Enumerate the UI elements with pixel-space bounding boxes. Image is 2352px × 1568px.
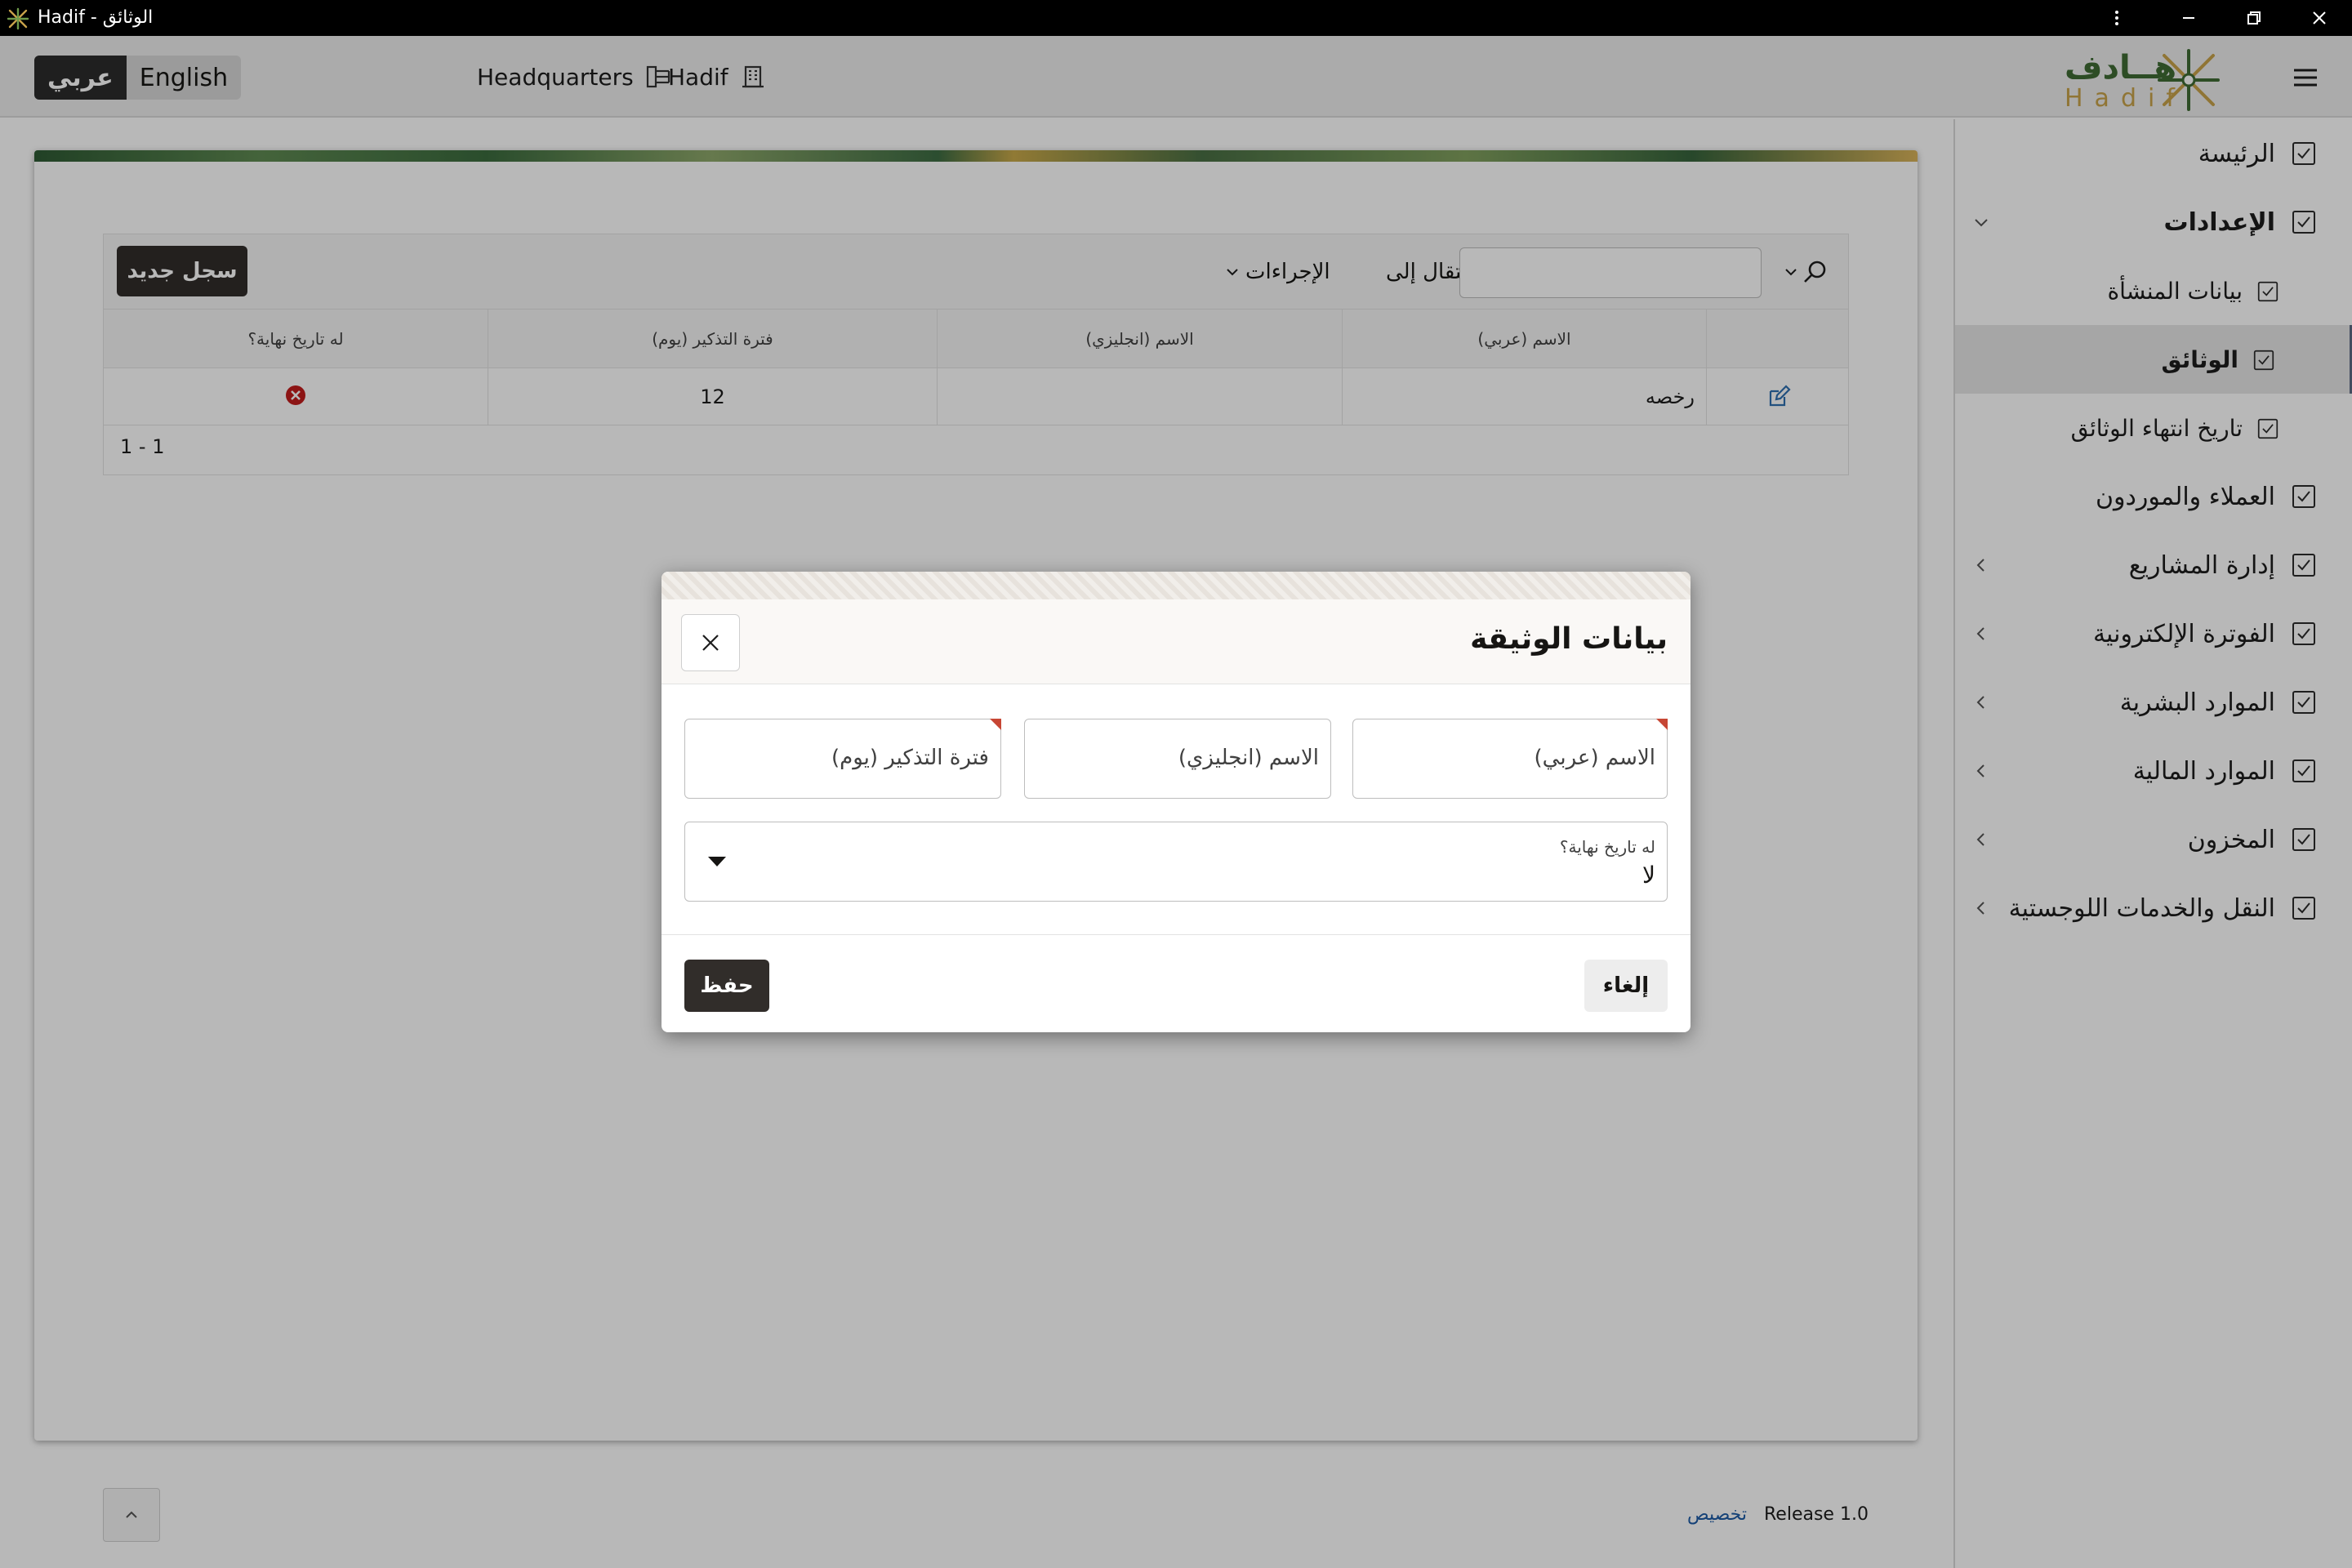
close-window-button[interactable] bbox=[2287, 0, 2352, 36]
cancel-button[interactable]: إلغاء bbox=[1584, 960, 1668, 1012]
has-end-date-label: له تاريخ نهاية؟ bbox=[1559, 837, 1655, 857]
name-arabic-field[interactable]: الاسم (عربي) bbox=[1352, 719, 1668, 799]
document-data-dialog: بيانات الوثيقة الاسم (عربي) الاسم (انجلي… bbox=[662, 572, 1690, 1032]
dialog-header: بيانات الوثيقة bbox=[662, 599, 1690, 684]
window-title: Hadif - الوثائق bbox=[38, 7, 154, 28]
has-end-date-value: لا bbox=[1642, 862, 1655, 889]
required-marker bbox=[1656, 719, 1668, 730]
close-icon bbox=[2313, 11, 2326, 24]
restore-icon bbox=[2247, 11, 2261, 24]
dialog-decorative-strip bbox=[662, 572, 1690, 599]
more-options-button[interactable] bbox=[2084, 0, 2149, 36]
name-english-field[interactable]: الاسم (انجليزي) bbox=[1024, 719, 1331, 799]
has-end-date-select[interactable]: له تاريخ نهاية؟ لا bbox=[684, 822, 1668, 902]
name-arabic-placeholder: الاسم (عربي) bbox=[1534, 746, 1655, 770]
restore-button[interactable] bbox=[2221, 0, 2287, 36]
dialog-title: بيانات الوثيقة bbox=[1470, 622, 1668, 656]
dropdown-arrow-icon bbox=[708, 857, 726, 866]
name-english-placeholder: الاسم (انجليزي) bbox=[1178, 746, 1319, 770]
save-button[interactable]: حفظ bbox=[684, 960, 769, 1012]
minimize-icon bbox=[2183, 17, 2194, 19]
close-icon bbox=[702, 635, 719, 651]
reminder-days-placeholder: فترة التذكير (يوم) bbox=[831, 746, 989, 770]
window-title-bar: Hadif - الوثائق bbox=[0, 0, 2352, 36]
dialog-footer: حفظ إلغاء bbox=[662, 934, 1690, 1032]
minimize-button[interactable] bbox=[2156, 0, 2221, 36]
hadif-logo-icon bbox=[7, 7, 29, 30]
reminder-days-field[interactable]: فترة التذكير (يوم) bbox=[684, 719, 1001, 799]
dialog-close-button[interactable] bbox=[681, 614, 740, 671]
more-vertical-icon bbox=[2115, 11, 2118, 25]
required-marker bbox=[990, 719, 1001, 730]
